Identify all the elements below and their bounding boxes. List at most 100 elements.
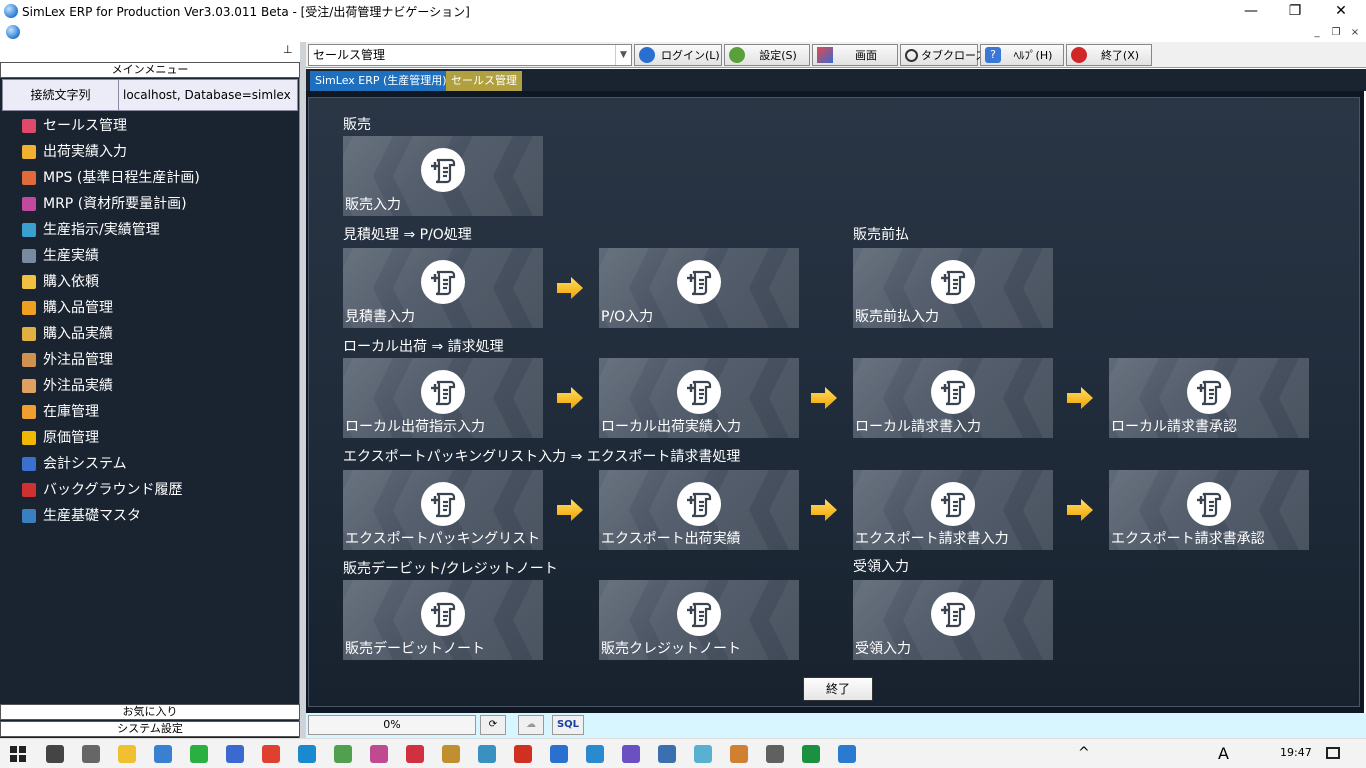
tile-label: エクスポート請求書承認 (1111, 531, 1265, 547)
sidebar-item-3[interactable]: MRP (資材所要量計画) (22, 192, 187, 216)
sidebar-item-10[interactable]: 外注品実績 (22, 374, 113, 398)
sidebar-item-0[interactable]: セールス管理 (22, 114, 127, 138)
menu-item-icon (22, 327, 36, 341)
taskbar-search-icon[interactable] (46, 745, 64, 763)
favorites-tab[interactable]: お気に入り (0, 704, 300, 720)
tile-label: ローカル出荷指示入力 (345, 419, 485, 435)
sidebar-item-1[interactable]: 出荷実績入力 (22, 140, 127, 164)
sidebar-item-2[interactable]: MPS (基準日程生産計画) (22, 166, 200, 190)
module-select[interactable]: セールス管理 ▼ (308, 44, 632, 66)
sidebar-item-label: MRP (資材所要量計画) (43, 196, 187, 212)
tile-export-invoice[interactable]: エクスポート請求書入力 (853, 470, 1053, 550)
clock[interactable]: 19:47 (1280, 746, 1312, 759)
ime-indicator[interactable]: A (1218, 744, 1229, 763)
sidebar-item-label: バックグラウンド履歴 (43, 482, 183, 498)
sidebar-item-9[interactable]: 外注品管理 (22, 348, 113, 372)
tile-credit-note[interactable]: 販売クレジットノート (599, 580, 799, 660)
section-estimate: 見積処理 ⇒ P/O処理 (343, 227, 472, 243)
tile-export-packing[interactable]: エクスポートパッキングリスト (343, 470, 543, 550)
tile-export-invoice-approve[interactable]: エクスポート請求書承認 (1109, 470, 1309, 550)
exit-button[interactable]: 終了(X) (1066, 44, 1152, 66)
taskbar-chrome-icon[interactable] (262, 745, 280, 763)
settings-button[interactable]: 設定(S) (724, 44, 810, 66)
tab-close-button[interactable]: タブクローズ (900, 44, 986, 66)
taskbar-teams-icon[interactable] (622, 745, 640, 763)
tile-sales-entry[interactable]: 販売入力 (343, 136, 543, 216)
taskbar-filezilla-icon[interactable] (514, 745, 532, 763)
sidebar-item-label: 生産指示/実績管理 (43, 222, 160, 238)
taskbar-chart-icon[interactable] (406, 745, 424, 763)
taskbar-app-1-icon[interactable] (370, 745, 388, 763)
sidebar-item-6[interactable]: 購入依頼 (22, 270, 99, 294)
taskbar-monitor-icon[interactable] (154, 745, 172, 763)
tile-local-ship-actual[interactable]: ローカル出荷実績入力 (599, 358, 799, 438)
sidebar-item-12[interactable]: 原価管理 (22, 426, 99, 450)
sidebar-item-15[interactable]: 生産基礎マスタ (22, 504, 141, 528)
sidebar-item-5[interactable]: 生産実績 (22, 244, 99, 268)
screen-button[interactable]: 画面 (812, 44, 898, 66)
mdi-minimize-button[interactable]: _ (1310, 26, 1324, 39)
module-select-value: セールス管理 (313, 48, 386, 62)
taskbar-explorer-icon[interactable] (118, 745, 136, 763)
cloud-icon[interactable]: ☁ (518, 715, 544, 735)
taskbar-task-view-icon[interactable] (82, 745, 100, 763)
taskbar-edge-icon[interactable] (298, 745, 316, 763)
sidebar-item-11[interactable]: 在庫管理 (22, 400, 99, 424)
document-icon (931, 482, 975, 526)
menu-item-icon (22, 457, 36, 471)
taskbar-line-icon[interactable] (190, 745, 208, 763)
maximize-button[interactable]: ❐ (1272, 0, 1318, 22)
sql-button[interactable]: SQL (552, 715, 584, 735)
windows-start-icon[interactable] (10, 746, 26, 762)
taskbar-folder-icon[interactable] (442, 745, 460, 763)
tile-receipt-entry[interactable]: 受領入力 (853, 580, 1053, 660)
section-export: エクスポートパッキングリスト入力 ⇒ エクスポート請求書処理 (343, 449, 741, 465)
system-settings-tab[interactable]: システム設定 (0, 721, 300, 737)
taskbar-teamviewer-icon[interactable] (550, 745, 568, 763)
chevron-down-icon[interactable]: ▼ (615, 45, 631, 65)
tile-local-ship-order[interactable]: ローカル出荷指示入力 (343, 358, 543, 438)
tile-export-ship-actual[interactable]: エクスポート出荷実績 (599, 470, 799, 550)
sidebar-item-label: 購入品実績 (43, 326, 113, 342)
close-button[interactable]: ✕ (1318, 0, 1364, 22)
taskbar-excel-icon[interactable] (802, 745, 820, 763)
mdi-close-button[interactable]: × (1348, 26, 1362, 39)
taskbar-zoom-icon[interactable] (586, 745, 604, 763)
sidebar-item-14[interactable]: バックグラウンド履歴 (22, 478, 182, 502)
sidebar-item-4[interactable]: 生産指示/実績管理 (22, 218, 160, 242)
taskbar-notes-icon[interactable] (334, 745, 352, 763)
notification-icon[interactable] (1326, 747, 1340, 759)
tab-sales-management[interactable]: セールス管理 (446, 71, 522, 91)
taskbar-paint-icon[interactable] (730, 745, 748, 763)
taskbar-browser-1-icon[interactable] (226, 745, 244, 763)
pin-icon[interactable]: ⊥ (283, 43, 293, 56)
taskbar-clip-icon[interactable] (694, 745, 712, 763)
mdi-globe-icon[interactable] (6, 25, 20, 39)
end-button[interactable]: 終了 (803, 677, 873, 701)
taskbar-network-icon[interactable] (658, 745, 676, 763)
tile-debit-note[interactable]: 販売デービットノート (343, 580, 543, 660)
sidebar-item-8[interactable]: 購入品実績 (22, 322, 113, 346)
chevron-up-icon[interactable]: ^ (1078, 745, 1090, 761)
help-button[interactable]: ? ﾍﾙﾌﾟ(H) (980, 44, 1064, 66)
tile-po-entry[interactable]: P/O入力 (599, 248, 799, 328)
taskbar-image-icon[interactable] (478, 745, 496, 763)
taskbar-simlex-icon[interactable] (838, 745, 856, 763)
flow-arrow-icon (555, 498, 585, 522)
taskbar-calculator-icon[interactable] (766, 745, 784, 763)
tab-simlex-erp[interactable]: SimLex ERP (生産管理用) (310, 71, 452, 91)
login-button[interactable]: ログイン(L) (634, 44, 722, 66)
menu-item-icon (22, 431, 36, 445)
tile-local-invoice-approve[interactable]: ローカル請求書承認 (1109, 358, 1309, 438)
tile-estimate-entry[interactable]: 見積書入力 (343, 248, 543, 328)
minimize-button[interactable]: — (1228, 0, 1274, 22)
sidebar-item-13[interactable]: 会計システム (22, 452, 127, 476)
mdi-restore-button[interactable]: ❐ (1329, 26, 1343, 39)
refresh-status-icon[interactable]: ⟳ (480, 715, 506, 735)
sidebar-item-7[interactable]: 購入品管理 (22, 296, 113, 320)
tile-local-invoice[interactable]: ローカル請求書入力 (853, 358, 1053, 438)
tile-prepay-entry[interactable]: 販売前払入力 (853, 248, 1053, 328)
main-menu-title: メインメニュー (0, 62, 300, 78)
tile-label: 販売入力 (345, 197, 401, 213)
document-icon (1187, 370, 1231, 414)
